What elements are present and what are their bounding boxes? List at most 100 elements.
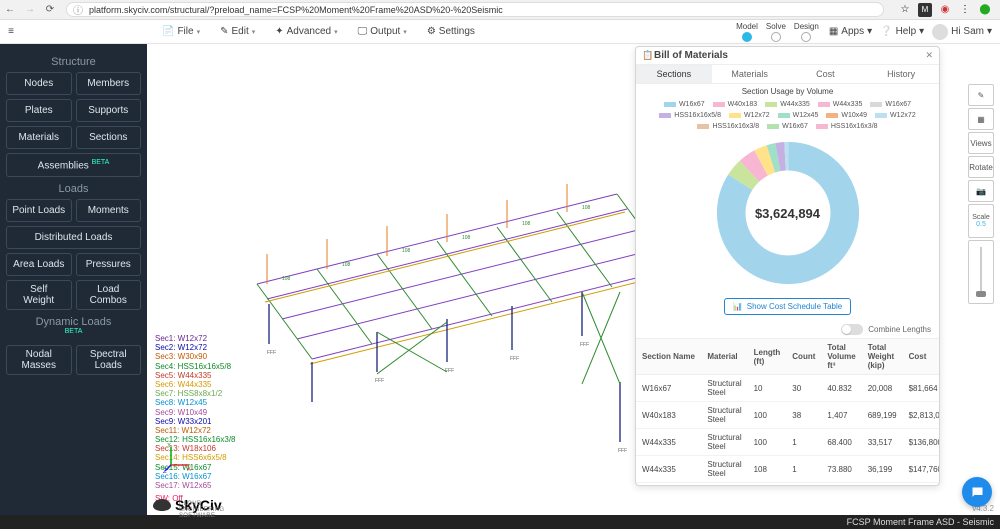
help-menu[interactable]: ❔ Help▾: [880, 26, 924, 37]
cloud-icon: [153, 499, 171, 511]
btn-members[interactable]: Members: [76, 72, 142, 95]
mode-design[interactable]: Design: [792, 22, 821, 42]
tab-sections[interactable]: Sections: [636, 65, 712, 83]
show-cost-button[interactable]: 📊 Show Cost Schedule Table: [724, 298, 851, 315]
combine-toggle[interactable]: [841, 324, 863, 335]
btn-nodes[interactable]: Nodes: [6, 72, 72, 95]
mode-tabs: Model Solve Design: [734, 22, 821, 42]
close-icon[interactable]: ✕: [925, 50, 933, 61]
swatch-item: HSS16x16x3/8: [816, 123, 878, 130]
btn-self-weight[interactable]: Self Weight: [6, 280, 72, 310]
bom-table: Section NameMaterialLength (ft)CountTota…: [636, 338, 939, 485]
tool-pencil[interactable]: ✎: [968, 84, 994, 106]
back-icon[interactable]: ←: [0, 4, 20, 15]
btn-plates[interactable]: Plates: [6, 99, 72, 122]
url-bar[interactable]: ⓘ platform.skyciv.com/structural/?preloa…: [66, 2, 884, 17]
donut-chart: $3,624,894: [636, 134, 939, 292]
swatch-item: HSS16x16x5/8: [659, 112, 721, 119]
legend-item: Sec8: W12x45: [155, 398, 236, 407]
output-menu[interactable]: 🖵 Output▾: [348, 20, 417, 44]
axis-triad: Y X Z: [163, 443, 193, 473]
canvas[interactable]: 108108108 108108108 FFFFFFFFF FFFFFFFFF …: [147, 44, 1000, 515]
table-header: Count: [786, 339, 821, 375]
statusbar: FCSP Moment Frame ASD - Seismic: [0, 515, 1000, 529]
svg-text:108: 108: [522, 221, 531, 227]
mode-model[interactable]: Model: [734, 22, 760, 42]
legend-item: Sec4: HSS16x16x5/8: [155, 362, 236, 371]
sidebar-dynloads-title: Dynamic Loads BETA: [6, 316, 141, 341]
apps-menu[interactable]: ▦ Apps▾: [829, 26, 872, 37]
btn-point-loads[interactable]: Point Loads: [6, 199, 72, 222]
svg-text:X: X: [187, 467, 191, 473]
table-row[interactable]: W16x67Structural Steel103040.83220,008$8…: [636, 375, 939, 402]
forward-icon[interactable]: →: [20, 4, 40, 15]
btn-load-combos[interactable]: Load Combos: [76, 280, 142, 310]
svg-text:Z: Z: [163, 469, 167, 473]
table-row[interactable]: W16x67Structural Steel1824.9002,401$9,80…: [636, 483, 939, 486]
legend-item: Sec11: W12x72: [155, 426, 236, 435]
legend-item: Sec3: W30x90: [155, 352, 236, 361]
svg-text:108: 108: [402, 248, 411, 254]
tool-camera[interactable]: 📷: [968, 180, 994, 202]
tool-rotate[interactable]: Rotate: [968, 156, 994, 178]
svg-text:108: 108: [342, 262, 351, 268]
btn-nodal-masses[interactable]: Nodal Masses: [6, 345, 72, 375]
ext-icon-1[interactable]: M: [918, 3, 932, 17]
table-header: Total Weight (kip): [862, 339, 903, 375]
skyciv-logo: SkyCiv CLOUD ENGINEERING SOFTWARE: [153, 497, 222, 513]
btn-area-loads[interactable]: Area Loads: [6, 253, 72, 276]
chat-button[interactable]: [962, 477, 992, 507]
svg-text:108: 108: [462, 235, 471, 241]
edit-menu[interactable]: ✎ Edit▾: [210, 20, 265, 44]
reload-icon[interactable]: ⟳: [40, 4, 60, 15]
table-row[interactable]: W40x183Structural Steel100381,407689,199…: [636, 402, 939, 429]
tool-scale-slider[interactable]: [968, 240, 994, 304]
btn-spectral-loads[interactable]: Spectral Loads: [76, 345, 142, 375]
tab-materials[interactable]: Materials: [712, 65, 788, 83]
info-icon: ⓘ: [73, 2, 83, 17]
svg-text:Y: Y: [167, 443, 171, 449]
btn-moments[interactable]: Moments: [76, 199, 142, 222]
ext-icon-3[interactable]: ⬤: [978, 3, 992, 17]
table-header: Total Volume ft³: [821, 339, 861, 375]
btn-supports[interactable]: Supports: [76, 99, 142, 122]
browser-menu-icon[interactable]: ⋮: [958, 3, 972, 17]
legend-item: Sec7: HSS8x8x1/2: [155, 389, 236, 398]
toolstrip: ✎ ▦ Views Rotate 📷 Scale 0.5: [968, 84, 994, 304]
tool-views[interactable]: Views: [968, 132, 994, 154]
mode-solve[interactable]: Solve: [764, 22, 788, 42]
btn-pressures[interactable]: Pressures: [76, 253, 142, 276]
bom-title: Bill of Materials: [654, 50, 925, 61]
legend-item: Sec5: W44x335: [155, 371, 236, 380]
swatch-item: W16x67: [870, 101, 911, 108]
btn-assemblies[interactable]: Assemblies BETA: [6, 153, 141, 177]
hamburger-icon[interactable]: ≡: [0, 26, 22, 37]
table-row[interactable]: W44x335Structural Steel100168.40033,517$…: [636, 429, 939, 456]
sidebar-structure-title: Structure: [6, 56, 141, 68]
btn-sections[interactable]: Sections: [76, 126, 142, 149]
legend-item: Sec9: W10x49: [155, 408, 236, 417]
star-icon[interactable]: ☆: [898, 3, 912, 17]
svg-text:FFF: FFF: [375, 378, 384, 384]
ext-icon-2[interactable]: ◉: [938, 3, 952, 17]
tool-grid[interactable]: ▦: [968, 108, 994, 130]
svg-text:FFF: FFF: [267, 350, 276, 356]
tab-history[interactable]: History: [863, 65, 939, 83]
btn-dist-loads[interactable]: Distributed Loads: [6, 226, 141, 249]
browser-chrome: ← → ⟳ ⓘ platform.skyciv.com/structural/?…: [0, 0, 1000, 20]
settings-menu[interactable]: ⚙ Settings: [417, 20, 485, 44]
sidebar-loads-title: Loads: [6, 183, 141, 195]
svg-text:108: 108: [282, 276, 291, 282]
tab-cost[interactable]: Cost: [788, 65, 864, 83]
sidebar: Structure NodesMembers PlatesSupports Ma…: [0, 44, 147, 515]
user-menu[interactable]: Hi Sam▾: [932, 24, 992, 40]
swatch-item: W12x45: [778, 112, 819, 119]
table-row[interactable]: W44x335Structural Steel108173.88036,199$…: [636, 456, 939, 483]
bom-panel: 📋 Bill of Materials ✕ Sections Materials…: [635, 46, 940, 486]
btn-materials[interactable]: Materials: [6, 126, 72, 149]
swatch-item: W12x72: [875, 112, 916, 119]
advanced-menu[interactable]: ✦ Advanced▾: [265, 20, 347, 44]
url-text: platform.skyciv.com/structural/?preload_…: [89, 5, 503, 15]
file-menu[interactable]: 📄 File▾: [152, 20, 210, 44]
swatch-item: W16x67: [664, 101, 705, 108]
